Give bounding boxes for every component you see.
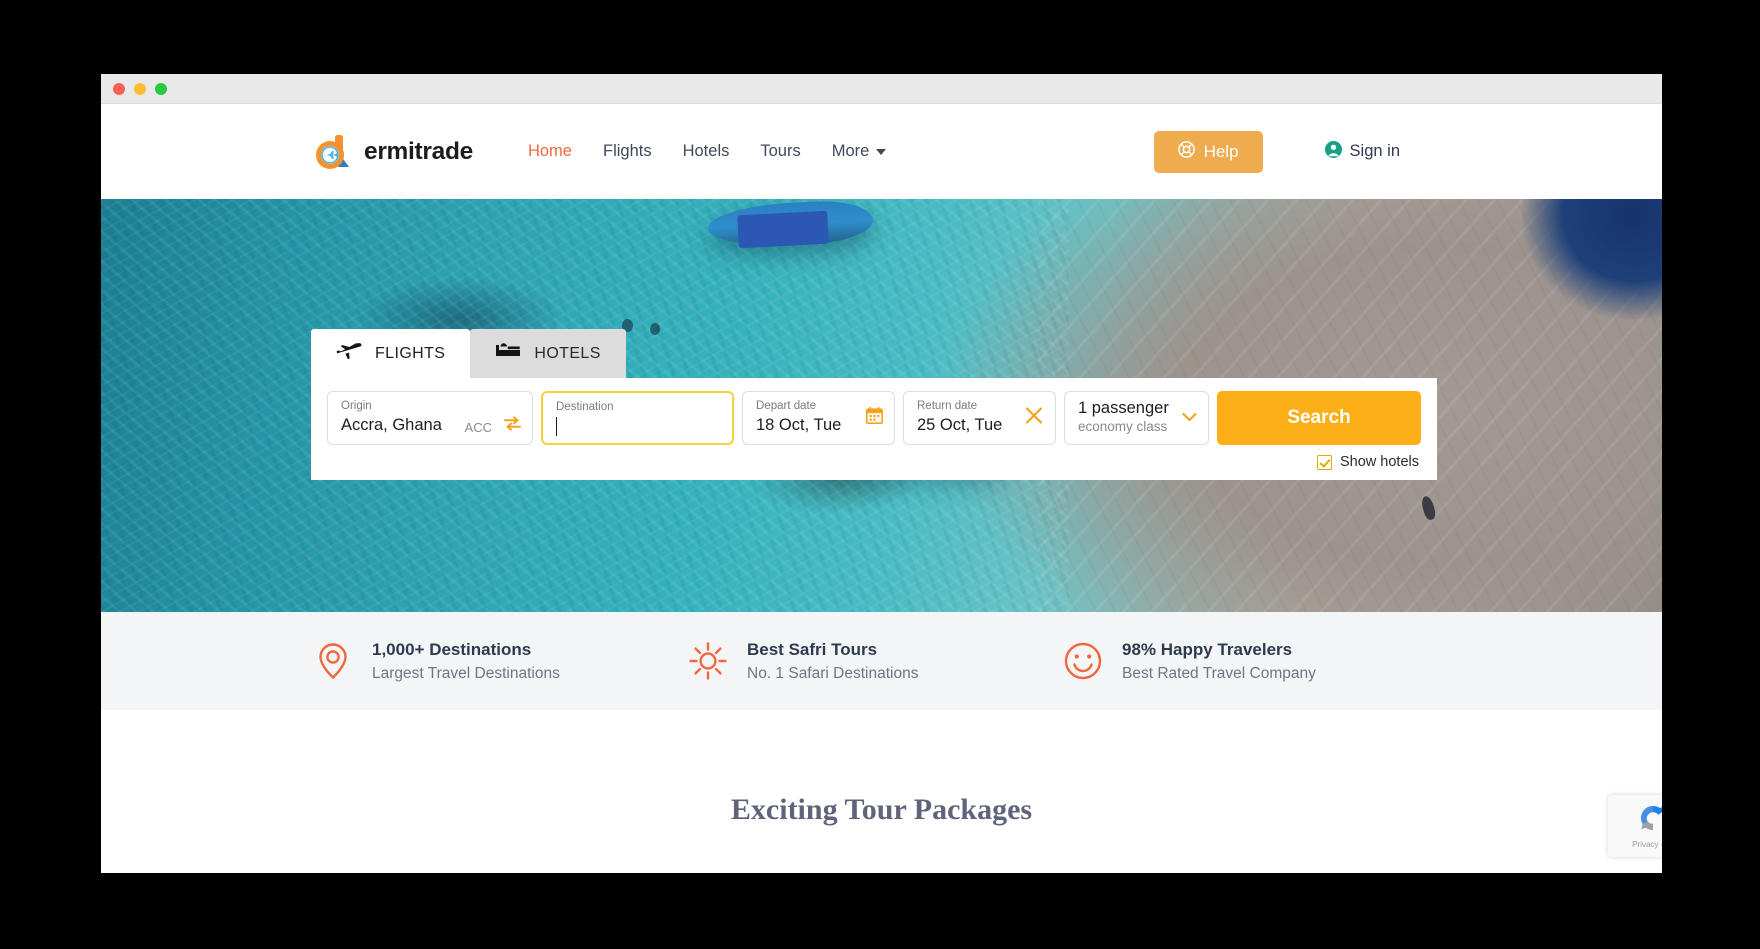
window-maximize-button[interactable]: [155, 82, 167, 95]
swap-arrows-icon[interactable]: [504, 416, 521, 436]
destination-label: Destination: [556, 401, 614, 413]
depart-date-label: Depart date: [756, 400, 817, 412]
browser-titlebar: [101, 74, 1662, 104]
feature-text: 98% Happy Travelers Best Rated Travel Co…: [1122, 637, 1316, 686]
return-date-field[interactable]: Return date 25 Oct, Tue: [903, 391, 1056, 445]
feature-destinations: 1,000+ Destinations Largest Travel Desti…: [311, 637, 686, 686]
recaptcha-logo-icon: [1638, 803, 1662, 838]
features-strip: 1,000+ Destinations Largest Travel Desti…: [101, 612, 1662, 710]
lifebuoy-icon: [1177, 140, 1195, 163]
feature-text: 1,000+ Destinations Largest Travel Desti…: [372, 637, 560, 686]
tab-flights[interactable]: FLIGHTS: [311, 329, 471, 378]
origin-airport-code: ACC: [464, 420, 492, 435]
brand-logo-link[interactable]: ermitrade: [311, 130, 473, 174]
calendar-icon[interactable]: [865, 406, 884, 429]
show-hotels-checkbox[interactable]: [1317, 454, 1332, 470]
desktop-backdrop: ermitrade Home Flights Hotels Tours More: [0, 0, 1760, 949]
nav-item-home[interactable]: Home: [528, 142, 572, 161]
tab-hotels-label: HOTELS: [534, 344, 601, 362]
feature-subtitle: No. 1 Safari Destinations: [747, 665, 919, 683]
help-button-label: Help: [1203, 141, 1239, 161]
search-fields-row: Origin Accra, Ghana ACC Destination Depa…: [327, 391, 1421, 445]
feature-title: 98% Happy Travelers: [1122, 639, 1293, 659]
feature-title: Best Safri Tours: [747, 639, 878, 659]
window-minimize-button[interactable]: [134, 82, 146, 95]
map-pin-icon: [311, 639, 355, 683]
user-circle-icon: [1324, 140, 1342, 163]
passenger-count: 1 passenger: [1078, 399, 1169, 417]
show-hotels-label[interactable]: Show hotels: [1340, 454, 1419, 470]
depart-date-value: 18 Oct, Tue: [756, 416, 842, 435]
nav-item-tours[interactable]: Tours: [760, 142, 800, 161]
feature-safari-tours: Best Safri Tours No. 1 Safari Destinatio…: [686, 637, 1061, 686]
origin-value: Accra, Ghana: [341, 416, 442, 435]
deep-water-patch: [1522, 199, 1662, 319]
nav-item-more-label: More: [831, 142, 870, 160]
feature-happy-travelers: 98% Happy Travelers Best Rated Travel Co…: [1061, 637, 1316, 686]
smiley-face-icon: [1061, 639, 1105, 683]
tab-flights-label: FLIGHTS: [375, 344, 446, 362]
browser-window: ermitrade Home Flights Hotels Tours More: [101, 74, 1662, 873]
sign-in-button[interactable]: Sign in: [1324, 140, 1400, 163]
site-header: ermitrade Home Flights Hotels Tours More: [101, 104, 1662, 199]
search-button[interactable]: Search: [1217, 391, 1421, 445]
depart-date-field[interactable]: Depart date 18 Oct, Tue: [742, 391, 895, 445]
recaptcha-terms-text[interactable]: Privacy - Te: [1632, 840, 1662, 849]
bed-icon: [495, 340, 521, 367]
nav-item-flights[interactable]: Flights: [603, 142, 652, 161]
feature-title: 1,000+ Destinations: [372, 639, 532, 659]
window-close-button[interactable]: [113, 82, 125, 95]
search-tabs: FLIGHTS HOTELS: [311, 329, 1437, 378]
search-panel: Origin Accra, Ghana ACC Destination Depa…: [311, 378, 1437, 480]
help-button[interactable]: Help: [1153, 130, 1263, 173]
header-actions: Help Sign in: [1153, 130, 1662, 173]
tab-hotels[interactable]: HOTELS: [470, 329, 626, 378]
close-x-icon[interactable]: [1024, 406, 1044, 431]
logo-icon: [311, 130, 355, 174]
text-cursor: [556, 417, 557, 437]
brand-name: ermitrade: [364, 137, 473, 165]
sun-icon: [686, 639, 730, 683]
feature-subtitle: Best Rated Travel Company: [1122, 665, 1316, 683]
nav-item-more[interactable]: More: [832, 142, 887, 161]
origin-label: Origin: [341, 400, 372, 412]
feature-subtitle: Largest Travel Destinations: [372, 665, 560, 683]
cabin-class: economy class: [1078, 419, 1168, 434]
blue-boat-canopy: [737, 211, 829, 249]
passengers-selector[interactable]: 1 passenger economy class: [1064, 391, 1209, 445]
show-hotels-row: Show hotels: [327, 454, 1421, 470]
section-heading: Exciting Tour Packages: [730, 793, 1033, 826]
chevron-down-icon[interactable]: [1182, 409, 1197, 427]
nav-item-hotels[interactable]: Hotels: [683, 142, 730, 161]
destination-field[interactable]: Destination: [541, 391, 734, 445]
recaptcha-badge[interactable]: Privacy - Te: [1608, 795, 1662, 857]
chevron-down-icon: [876, 148, 887, 155]
origin-field[interactable]: Origin Accra, Ghana ACC: [327, 391, 533, 445]
flight-search-widget: FLIGHTS HOTELS Origin Accra, Ghana ACC D…: [311, 329, 1437, 480]
feature-text: Best Safri Tours No. 1 Safari Destinatio…: [747, 637, 918, 686]
tour-packages-section: Exciting Tour Packages Privacy - Te: [101, 710, 1662, 873]
sign-in-label: Sign in: [1349, 142, 1400, 160]
page-viewport: ermitrade Home Flights Hotels Tours More: [101, 104, 1662, 873]
main-navigation: Home Flights Hotels Tours More: [528, 142, 887, 161]
airplane-icon: [336, 340, 362, 367]
